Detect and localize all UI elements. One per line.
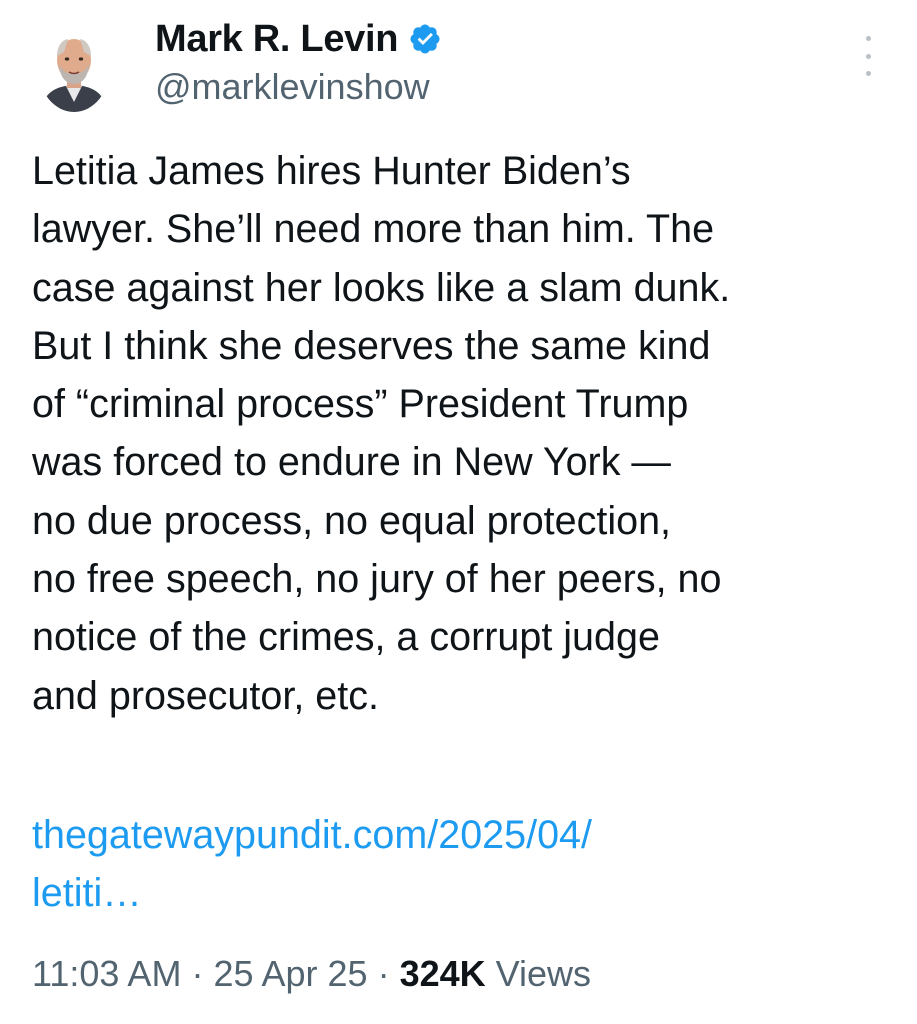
tweet-date[interactable]: 25 Apr 25 bbox=[213, 953, 367, 994]
tweet-text: Letitia James hires Hunter Biden’s lawye… bbox=[32, 142, 892, 725]
tweet-text-line: was forced to endure in New York — bbox=[32, 440, 671, 485]
tweet-text-line: no due process, no equal protection, bbox=[32, 498, 672, 543]
tweet-meta: 11:03 AM · 25 Apr 25 · 324K Views bbox=[32, 946, 591, 1002]
views-count[interactable]: 324K bbox=[400, 953, 486, 994]
tweet-text-line: But I think she deserves the same kind bbox=[32, 323, 711, 368]
tweet-text-line: case against her looks like a slam dunk. bbox=[32, 265, 731, 310]
author-handle[interactable]: @marklevinshow bbox=[155, 66, 430, 108]
meta-separator: · bbox=[181, 953, 214, 994]
more-dot bbox=[865, 36, 871, 41]
tweet-link-line[interactable]: letiti… bbox=[32, 864, 592, 922]
views-label: Views bbox=[485, 953, 592, 994]
author-name-row: Mark R. Levin bbox=[155, 14, 442, 64]
tweet-link[interactable]: thegatewaypundit.com/2025/04/ letiti… bbox=[32, 806, 592, 922]
verified-badge-icon[interactable] bbox=[408, 22, 442, 56]
avatar-photo bbox=[38, 22, 110, 112]
tweet-time[interactable]: 11:03 AM bbox=[32, 953, 181, 994]
tweet-text-line: lawyer. She’ll need more than him. The bbox=[32, 207, 715, 252]
tweet: Mark R. Levin @marklevinshow Letitia Jam… bbox=[0, 0, 917, 1024]
tweet-text-line: no free speech, no jury of her peers, no bbox=[32, 557, 722, 602]
tweet-text-line: of “criminal process” President Trump bbox=[32, 382, 689, 427]
tweet-text-line: notice of the crimes, a corrupt judge bbox=[32, 615, 660, 660]
more-dot bbox=[865, 53, 871, 59]
author-display-name[interactable]: Mark R. Levin bbox=[155, 18, 398, 61]
more-dot bbox=[865, 71, 871, 76]
more-options-icon[interactable] bbox=[858, 36, 878, 76]
avatar[interactable] bbox=[38, 22, 110, 112]
tweet-text-line: and prosecutor, etc. bbox=[32, 673, 379, 718]
tweet-text-line: Letitia James hires Hunter Biden’s bbox=[32, 149, 631, 193]
tweet-link-line[interactable]: thegatewaypundit.com/2025/04/ bbox=[32, 806, 592, 864]
meta-separator: · bbox=[367, 953, 400, 994]
